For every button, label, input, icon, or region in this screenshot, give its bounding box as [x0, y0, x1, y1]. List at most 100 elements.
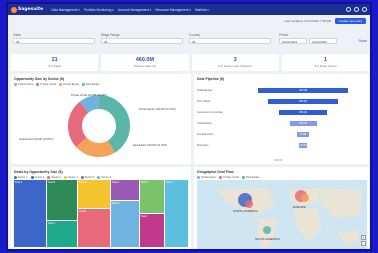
- legend-item[interactable]: Private Equity: [59, 83, 79, 86]
- settings-icon[interactable]: [354, 7, 359, 12]
- funnel-row[interactable]: Underwriting 140.0M: [197, 121, 367, 127]
- donut-label-real-estate: Real Estate 190.0M (41.30%): [133, 144, 168, 147]
- menu-item-account-management[interactable]: Account Management ▾: [118, 8, 152, 12]
- kpi-card-deals[interactable]: 21 # of Deals: [11, 54, 99, 71]
- funnel-bar[interactable]: 20.0M: [299, 143, 307, 148]
- user-avatar-icon[interactable]: [362, 7, 367, 12]
- legend-label: Infrastructure: [201, 176, 217, 180]
- map-bubble-north-america-2[interactable]: [245, 200, 253, 208]
- legend-swatch: [36, 83, 40, 86]
- legend-item[interactable]: Sector 3: [47, 176, 61, 179]
- funnel-row-label: Investment Committee: [197, 111, 223, 114]
- funnel-bar[interactable]: 360.0M: [267, 99, 339, 104]
- map-bubble-europe-2[interactable]: [301, 194, 309, 202]
- treemap-tile[interactable]: Deal J: [165, 180, 188, 247]
- zoom-in-icon[interactable]: +: [361, 235, 366, 240]
- legend-item[interactable]: Sector 2: [30, 176, 45, 180]
- menu-item-portfolio-monitoring[interactable]: Portfolio Monitoring ▾: [84, 8, 114, 12]
- tile-label: Deal J: [166, 181, 173, 184]
- tile-label: Deal H: [141, 181, 149, 184]
- legend-label: Real Estate: [246, 176, 260, 180]
- menu-item-markets[interactable]: Markets ▾: [195, 8, 209, 12]
- treemap-tile[interactable]: Deal D: [78, 180, 110, 208]
- filter-select-sales[interactable]: All: [13, 38, 95, 44]
- legend-item[interactable]: Real Estate: [82, 83, 99, 86]
- legend-item[interactable]: Private Credit: [219, 176, 239, 179]
- legend-swatch: [47, 176, 51, 179]
- legend-label: Sector 2: [34, 176, 45, 180]
- menu-item-data-management[interactable]: Data Management ▾: [51, 8, 80, 12]
- legend-item[interactable]: Infrastructure: [197, 176, 216, 179]
- legend-item[interactable]: Real Estate: [242, 176, 259, 179]
- kpi-value: 460.0M: [135, 57, 155, 63]
- legend-swatch: [97, 176, 101, 179]
- donut-panel: Opportunity Size by Sector ($) Infrastru…: [11, 74, 191, 164]
- app-frame: Sagesuite Data Management ▾ Portfolio Mo…: [6, 2, 372, 251]
- map-bubble-south-america[interactable]: [263, 226, 271, 234]
- menu-item-resource-management[interactable]: Resource Management ▾: [155, 8, 191, 12]
- treemap-tile[interactable]: Deal I: [140, 214, 164, 247]
- legend-item[interactable]: Sector 6: [97, 176, 111, 179]
- treemap-tile[interactable]: Deal H: [140, 180, 164, 213]
- funnel-bar[interactable]: 460.0M: [258, 88, 348, 93]
- treemap-tile[interactable]: Deal A: [14, 180, 46, 247]
- legend-item[interactable]: Sector 5: [80, 176, 94, 179]
- kpi-card-pipeline-value[interactable]: 460.0M Pipeline Value ($): [101, 54, 189, 71]
- treemap-tile[interactable]: Deal E: [78, 209, 110, 247]
- funnel-row-label: Pre-Execution: [197, 133, 214, 136]
- donut-chart[interactable]: [59, 90, 139, 162]
- kpi-card-due-diligence[interactable]: 3 # of Deals in Due Diligence: [191, 54, 279, 71]
- tile-label: Deal E: [79, 210, 87, 213]
- tile-label: Deal B: [48, 181, 56, 184]
- legend-label: Sector 1: [18, 176, 28, 180]
- funnel-bar[interactable]: 250.0M: [278, 110, 328, 115]
- funnel-row[interactable]: Investment Committee 250.0M: [197, 110, 367, 116]
- funnel-row[interactable]: Term Sheet 360.0M: [197, 99, 367, 105]
- legend-swatch: [80, 176, 84, 179]
- kpi-card-deals-closed[interactable]: 1 # of Deals Closed: [281, 54, 369, 71]
- last-updated-text: Last Updated: 07/27/2023 7:48 PM: [284, 19, 332, 23]
- legend-label: Sector 6: [101, 176, 112, 180]
- filter-select-stage[interactable]: All: [101, 38, 183, 44]
- legend-swatch: [219, 176, 223, 179]
- map-panel: Geographic Deal Flow Infrastructure Priv…: [194, 167, 369, 249]
- treemap-tile[interactable]: Deal B: [47, 180, 77, 220]
- funnel-row[interactable]: Pre-Execution 60.0M: [197, 132, 367, 138]
- period-start-input[interactable]: 01/01/2023: [279, 38, 307, 44]
- funnel-bar[interactable]: 60.0M: [297, 132, 309, 137]
- tile-label: Deal D: [79, 181, 87, 184]
- funnel-row[interactable]: Execution 20.0M: [197, 143, 367, 149]
- treemap-tile[interactable]: Deal C: [47, 221, 77, 247]
- tile-label: Deal C: [48, 222, 56, 225]
- legend-item[interactable]: Sector 4: [64, 176, 78, 179]
- reset-button[interactable]: Reset: [359, 39, 367, 43]
- legend-swatch: [82, 83, 86, 86]
- kpi-label: # of Deals Closed: [314, 64, 337, 68]
- funnel-row[interactable]: Initial Review 460.0M: [197, 88, 367, 94]
- kpi-label: Pipeline Value ($): [133, 64, 156, 68]
- funnel-bar[interactable]: 140.0M: [289, 121, 317, 126]
- kpi-value: 1: [323, 57, 327, 63]
- create-entry-button[interactable]: Create new entry: [335, 18, 366, 24]
- legend-item[interactable]: Private Credit: [36, 83, 56, 86]
- map-region-label-europe: EUROPE: [293, 205, 306, 209]
- period-end-input[interactable]: 12/31/2023: [309, 38, 337, 44]
- app-logo[interactable]: Sagesuite: [11, 6, 43, 13]
- filter-select-country[interactable]: All: [189, 38, 271, 44]
- kpi-value: 3: [233, 57, 237, 63]
- zoom-out-icon[interactable]: −: [361, 241, 366, 246]
- map-title: Geographic Deal Flow: [197, 170, 234, 174]
- logo-icon: [11, 6, 17, 13]
- treemap-tile[interactable]: Deal G: [111, 201, 139, 247]
- legend-item[interactable]: Infrastructure: [14, 83, 33, 86]
- tile-label: Deal I: [141, 215, 148, 218]
- filter-label-period: Period: [279, 33, 289, 37]
- legend-item[interactable]: Sector 1: [14, 176, 28, 179]
- donut-label-infrastructure: Infrastructure 50.0M (10.87%): [19, 138, 54, 141]
- tile-label: Deal F: [112, 181, 120, 184]
- donut-label-private-credit: Private Credit 120.0M (26.09%): [71, 94, 108, 97]
- world-map[interactable]: NORTH AMERICA EUROPE SOUTH AMERICA: [197, 180, 367, 249]
- treemap-tile[interactable]: Deal F: [111, 180, 139, 200]
- map-canvas: NORTH AMERICA EUROPE SOUTH AMERICA: [217, 188, 362, 249]
- help-icon[interactable]: [346, 7, 351, 12]
